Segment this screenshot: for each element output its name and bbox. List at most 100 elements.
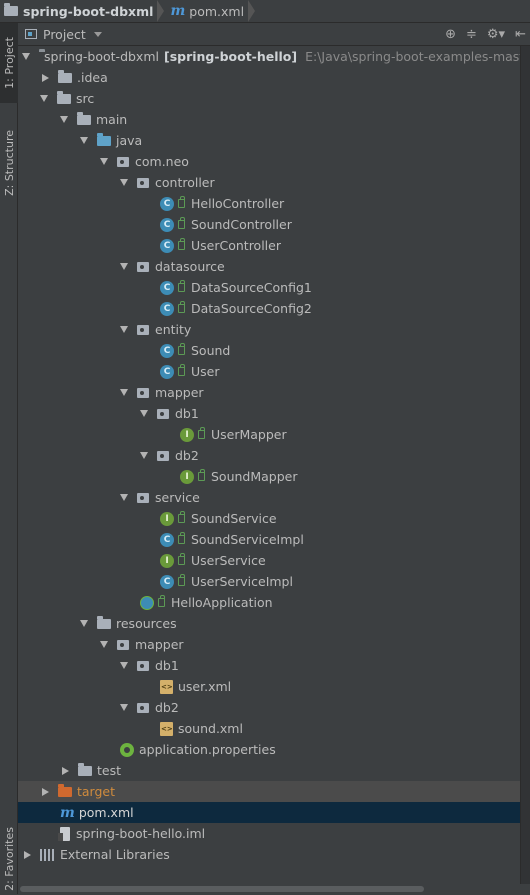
lock-icon	[178, 532, 185, 544]
node-label: External Libraries	[60, 847, 170, 862]
collapse-arrow-icon[interactable]	[42, 787, 49, 796]
lock-icon	[158, 595, 165, 607]
collapse-arrow-icon[interactable]	[42, 73, 49, 82]
expand-arrow-icon[interactable]	[80, 620, 88, 627]
expand-arrow-icon[interactable]	[140, 410, 148, 417]
scroll-from-source-icon[interactable]: ⊕	[445, 27, 456, 42]
node-label: db1	[175, 406, 199, 421]
tree-node-sound[interactable]: C Sound	[18, 340, 520, 361]
tree-node-hello-controller[interactable]: C HelloController	[18, 193, 520, 214]
lock-icon	[178, 553, 185, 565]
collapse-arrow-icon[interactable]	[24, 850, 31, 859]
node-label: java	[116, 133, 143, 148]
expand-arrow-icon[interactable]	[120, 704, 128, 711]
package-icon	[157, 450, 169, 461]
expand-arrow-icon[interactable]	[100, 158, 108, 165]
chevron-down-icon	[93, 31, 102, 37]
tree-node-pom-xml[interactable]: m pom.xml	[18, 802, 520, 823]
tree-node-application-properties[interactable]: application.properties	[18, 739, 520, 760]
expand-arrow-icon[interactable]	[120, 179, 128, 186]
tree-node-user-service-impl[interactable]: C UserServiceImpl	[18, 571, 520, 592]
package-icon	[137, 702, 149, 713]
tree-node-res-db2[interactable]: db2	[18, 697, 520, 718]
tree-node-idea[interactable]: .idea	[18, 67, 520, 88]
tree-node-sound-mapper[interactable]: I SoundMapper	[18, 466, 520, 487]
module-name: [spring-boot-hello]	[163, 49, 298, 64]
tree-node-service[interactable]: service	[18, 487, 520, 508]
expand-arrow-icon[interactable]	[100, 641, 108, 648]
collapse-arrow-icon[interactable]	[62, 766, 69, 775]
expand-arrow-icon[interactable]	[120, 662, 128, 669]
tree-node-datasource[interactable]: datasource	[18, 256, 520, 277]
expand-arrow-icon[interactable]	[80, 137, 88, 144]
tree-node-main[interactable]: main	[18, 109, 520, 130]
maven-icon: m	[60, 804, 75, 821]
tree-node-res-db1[interactable]: db1	[18, 655, 520, 676]
expand-arrow-icon[interactable]	[120, 263, 128, 270]
expand-arrow-icon[interactable]	[60, 116, 68, 123]
left-tool-strip: 1: Project Z: Structure 2: Favorites	[0, 23, 18, 894]
gear-icon[interactable]: ⚙▾	[487, 27, 505, 42]
tree-node-src[interactable]: src	[18, 88, 520, 109]
breadcrumb-file-label: pom.xml	[189, 3, 245, 19]
tree-node-user-service[interactable]: I UserService	[18, 550, 520, 571]
tree-node-ds-config2[interactable]: C DataSourceConfig2	[18, 298, 520, 319]
tree-node-sound-controller[interactable]: C SoundController	[18, 214, 520, 235]
tree-node-java[interactable]: java	[18, 130, 520, 151]
tree-node-user[interactable]: C User	[18, 361, 520, 382]
scrollbar-thumb[interactable]	[20, 886, 424, 892]
tree-node-user-controller[interactable]: C UserController	[18, 235, 520, 256]
expand-arrow-icon[interactable]	[120, 389, 128, 396]
package-icon	[137, 261, 149, 272]
tree-node-com-neo[interactable]: com.neo	[18, 151, 520, 172]
package-icon	[137, 660, 149, 671]
tree-node-resources[interactable]: resources	[18, 613, 520, 634]
expand-arrow-icon[interactable]	[140, 452, 148, 459]
package-icon	[117, 639, 129, 650]
spring-boot-app-icon	[140, 595, 154, 610]
tree-node-mapper[interactable]: mapper	[18, 382, 520, 403]
expand-arrow-icon[interactable]	[22, 53, 30, 60]
tree-node-test[interactable]: test	[18, 760, 520, 781]
collapse-all-icon[interactable]: ≑	[466, 27, 477, 42]
project-panel-header: Project ⊕ ≑ ⚙▾ ⇤	[18, 23, 530, 46]
node-label: application.properties	[139, 742, 276, 757]
tree-node-iml[interactable]: spring-boot-hello.iml	[18, 823, 520, 844]
horizontal-scrollbar[interactable]	[18, 884, 520, 894]
tree-node-sound-service[interactable]: I SoundService	[18, 508, 520, 529]
tab-structure-label: Z: Structure	[2, 129, 16, 196]
tree-node-hello-application[interactable]: HelloApplication	[18, 592, 520, 613]
breadcrumb-file[interactable]: m pom.xml	[166, 0, 248, 23]
view-selector-dropdown[interactable]: Project	[18, 27, 425, 42]
tree-node-external-libraries[interactable]: External Libraries	[18, 844, 520, 865]
tree-node-controller[interactable]: controller	[18, 172, 520, 193]
node-label: resources	[116, 616, 177, 631]
package-icon	[117, 156, 129, 167]
tree-node-res-mapper[interactable]: mapper	[18, 634, 520, 655]
expand-arrow-icon[interactable]	[40, 95, 48, 102]
tree-node-user-xml[interactable]: user.xml	[18, 676, 520, 697]
view-selector-label: Project	[43, 26, 86, 42]
tree-node-user-mapper[interactable]: I UserMapper	[18, 424, 520, 445]
folder-icon	[77, 111, 91, 125]
package-icon	[157, 408, 169, 419]
lock-icon	[178, 301, 185, 313]
tree-node-db1[interactable]: db1	[18, 403, 520, 424]
expand-arrow-icon[interactable]	[120, 494, 128, 501]
node-label: UserController	[191, 238, 281, 253]
tree-node-root[interactable]: spring-boot-dbxml [spring-boot-hello] E:…	[18, 46, 520, 67]
tree-node-entity[interactable]: entity	[18, 319, 520, 340]
tab-project[interactable]: 1: Project	[0, 23, 18, 103]
tree-node-target[interactable]: target	[18, 781, 520, 802]
tree-node-db2[interactable]: db2	[18, 445, 520, 466]
expand-arrow-icon[interactable]	[120, 326, 128, 333]
breadcrumb-project[interactable]: spring-boot-dbxml	[0, 0, 157, 23]
tab-favorites[interactable]: 2: Favorites	[0, 823, 18, 895]
tree-node-ds-config1[interactable]: C DataSourceConfig1	[18, 277, 520, 298]
tab-structure[interactable]: Z: Structure	[0, 115, 18, 210]
lock-icon	[178, 343, 185, 355]
hide-panel-icon[interactable]: ⇤	[515, 27, 526, 42]
tree-node-sound-service-impl[interactable]: C SoundServiceImpl	[18, 529, 520, 550]
tree-node-sound-xml[interactable]: sound.xml	[18, 718, 520, 739]
node-label: src	[76, 91, 95, 106]
